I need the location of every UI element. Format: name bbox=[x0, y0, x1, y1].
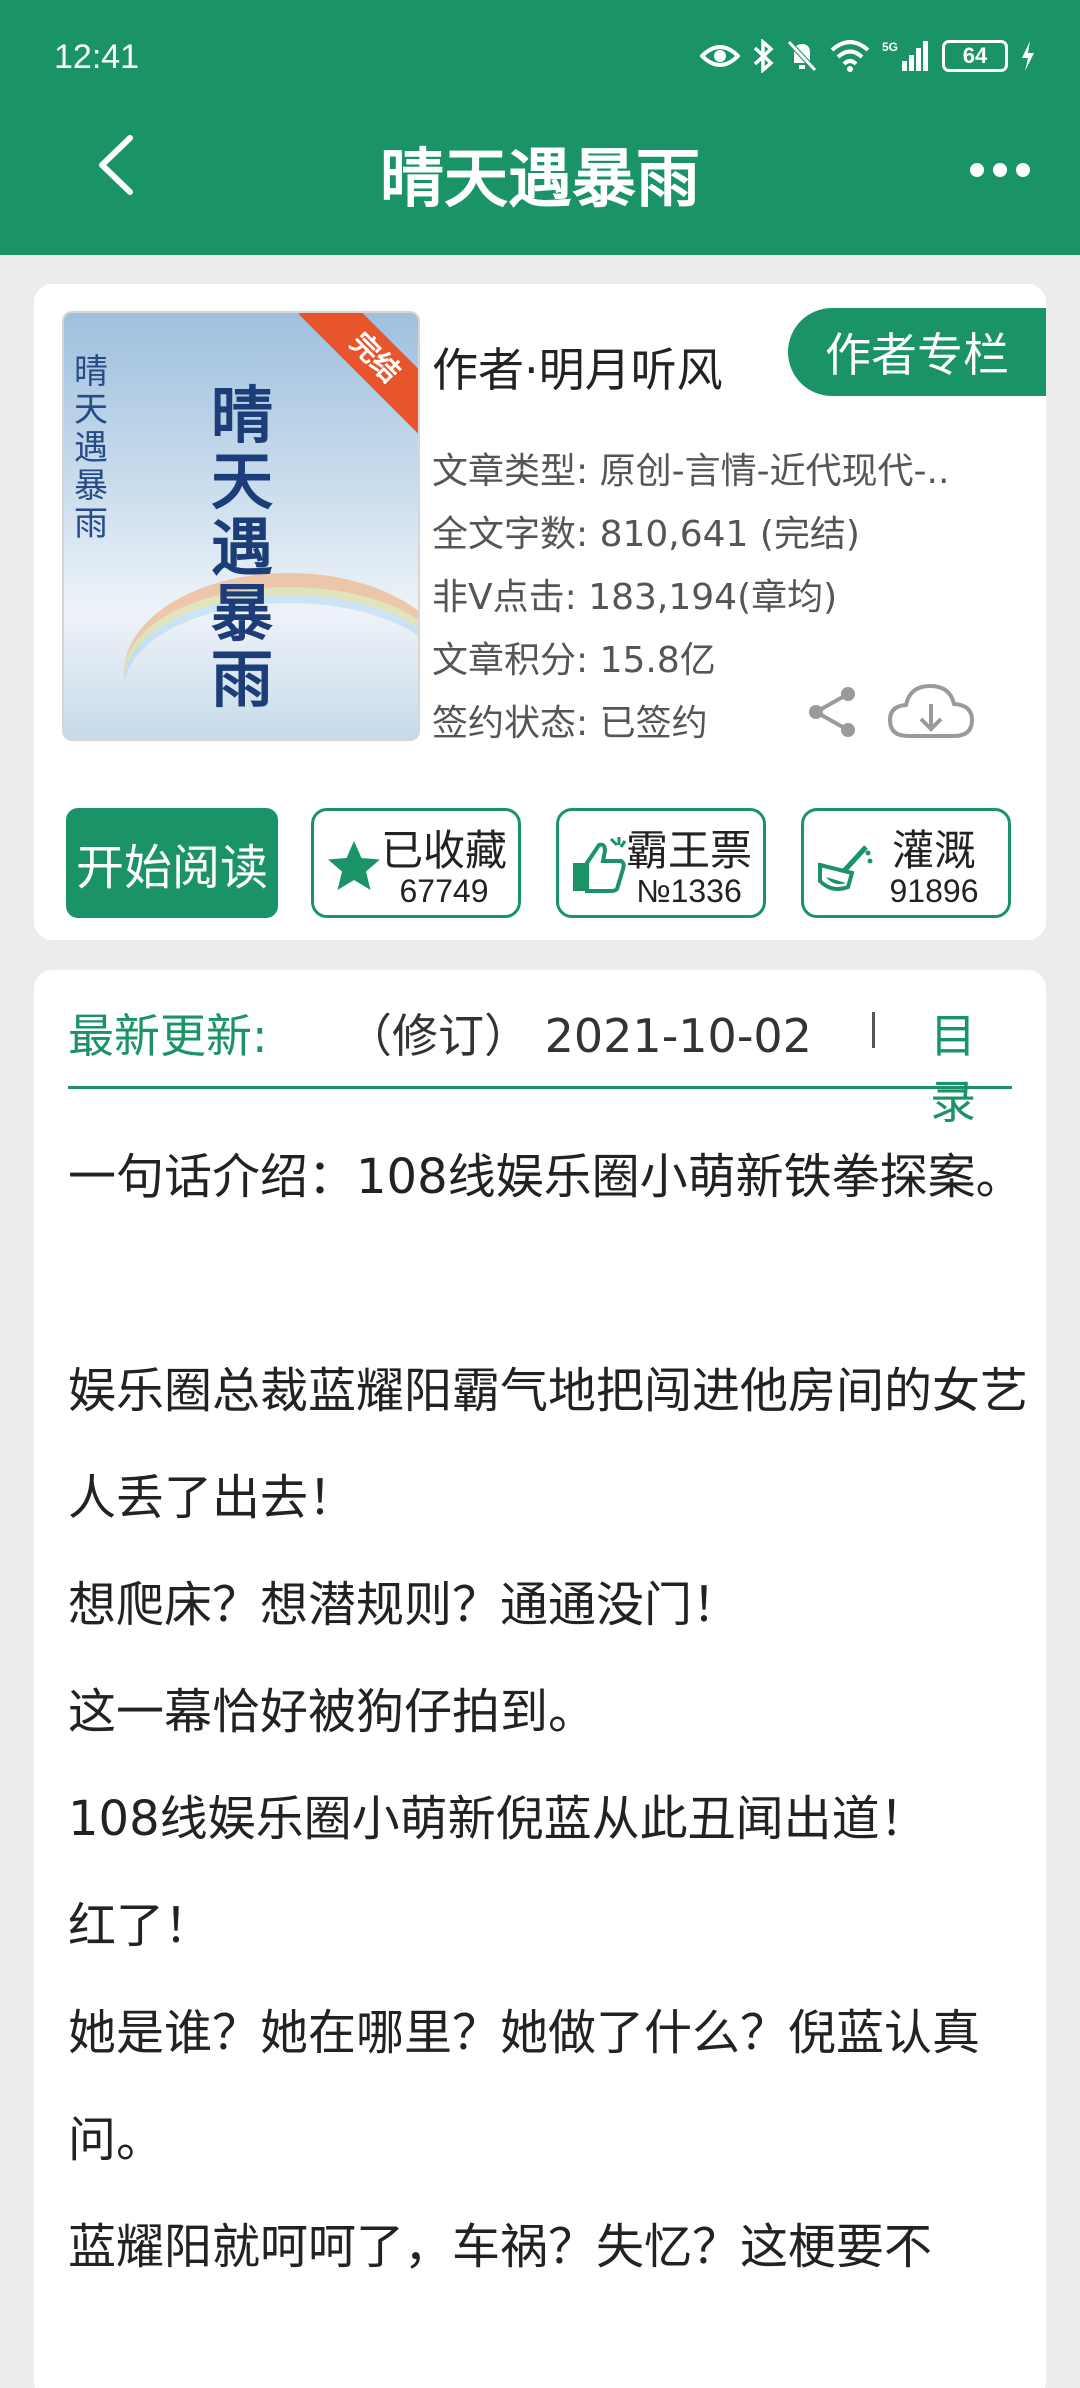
share-icon[interactable] bbox=[804, 684, 860, 740]
app-header: 12:41 5G 64 晴天遇暴雨 bbox=[0, 0, 1080, 255]
intro-blank bbox=[68, 1231, 1028, 1338]
intro-line: 想爬床？想潜规则？通通没门！ bbox=[68, 1577, 741, 1633]
status-bar: 12:41 5G 64 bbox=[0, 0, 1080, 110]
cover-spine-title: 晴天遇暴雨 bbox=[74, 352, 108, 544]
book-info-card: 晴天遇暴雨 晴天遇暴雨 完结 作者·明月听风 作者专栏 文章类型: 原创-言情-… bbox=[34, 284, 1046, 940]
start-reading-button[interactable]: 开始阅读 bbox=[66, 808, 278, 918]
status-icons: 5G 64 bbox=[700, 36, 1036, 76]
vote-button[interactable]: 霸王票 №1336 bbox=[556, 808, 766, 918]
intro-line: 108线娱乐圈小萌新倪蓝从此丑闻出道！ bbox=[68, 1791, 928, 1847]
more-dot-icon bbox=[970, 163, 984, 177]
favorite-label: 已收藏 bbox=[380, 826, 507, 875]
cloud-download-icon[interactable] bbox=[886, 678, 976, 748]
signal-icon: 5G bbox=[882, 40, 928, 71]
more-dot-icon bbox=[1016, 163, 1030, 177]
status-time: 12:41 bbox=[54, 38, 140, 76]
water-label: 灌溉 bbox=[891, 826, 976, 875]
intro-line: 娱乐圈总裁蓝耀阳霸气地把闯进他房间的女艺人丢了出去！ bbox=[68, 1363, 1029, 1526]
meta-clicks: 非V点击: 183,194(章均) bbox=[432, 577, 838, 618]
eye-icon bbox=[700, 45, 740, 67]
favorite-count: 67749 bbox=[399, 873, 489, 909]
charging-icon bbox=[1022, 41, 1034, 71]
svg-text:5G: 5G bbox=[882, 40, 898, 54]
table-of-contents-link[interactable]: 目录 bbox=[930, 1000, 1012, 1132]
meta-genre: 文章类型: 原创-言情-近代现代-.. bbox=[432, 451, 950, 492]
author-name[interactable]: 作者·明月听风 bbox=[432, 334, 723, 400]
latest-update-text[interactable]: （修订） 2021-10-02 bbox=[346, 1000, 866, 1066]
latest-update-row[interactable]: 最新更新: （修订） 2021-10-02 目录 bbox=[68, 1000, 1012, 1129]
action-bar: 开始阅读 已收藏 67749 霸王票 №1336 灌溉 91896 bbox=[66, 808, 1018, 918]
bluetooth-icon bbox=[753, 39, 774, 73]
favorite-button[interactable]: 已收藏 67749 bbox=[311, 808, 521, 918]
author-column-button[interactable]: 作者专栏 bbox=[788, 308, 1046, 396]
divider bbox=[872, 1012, 875, 1048]
intro-line: 蓝耀阳就呵呵了，车祸？失忆？这梗要不 bbox=[68, 2219, 933, 2275]
vote-rank: №1336 bbox=[636, 873, 742, 909]
book-cover[interactable]: 晴天遇暴雨 晴天遇暴雨 完结 bbox=[62, 311, 420, 741]
more-dot-icon bbox=[993, 163, 1007, 177]
battery-icon: 64 bbox=[942, 40, 1008, 72]
latest-update-label: 最新更新: bbox=[68, 1009, 268, 1063]
intro-line: 红了！ bbox=[68, 1898, 213, 1954]
water-count: 91896 bbox=[889, 873, 979, 909]
book-intro: 一句话介绍：108线娱乐圈小萌新铁拳探案。 娱乐圈总裁蓝耀阳霸气地把闯进他房间的… bbox=[68, 1124, 1028, 2301]
intro-line: 一句话介绍：108线娱乐圈小萌新铁拳探案。 bbox=[68, 1149, 1024, 1205]
intro-line: 这一幕恰好被狗仔拍到。 bbox=[68, 1684, 597, 1740]
more-menu-button[interactable] bbox=[960, 150, 1040, 190]
intro-line: 她是谁？她在哪里？她做了什么？倪蓝认真问。 bbox=[68, 2005, 981, 2168]
meta-word-count: 全文字数: 810,641 (完结) bbox=[432, 514, 860, 555]
divider-line bbox=[68, 1086, 1012, 1089]
cover-title: 晴天遇暴雨 bbox=[210, 379, 273, 716]
cover-complete-badge: 完结 bbox=[298, 313, 418, 435]
intro-card: 最新更新: （修订） 2021-10-02 目录 一句话介绍：108线娱乐圈小萌… bbox=[34, 970, 1046, 2388]
mute-bell-icon bbox=[787, 40, 817, 72]
water-button[interactable]: 灌溉 91896 bbox=[801, 808, 1011, 918]
vote-label: 霸王票 bbox=[625, 826, 752, 875]
page-title: 晴天遇暴雨 bbox=[380, 143, 700, 217]
wifi-icon bbox=[830, 40, 870, 72]
